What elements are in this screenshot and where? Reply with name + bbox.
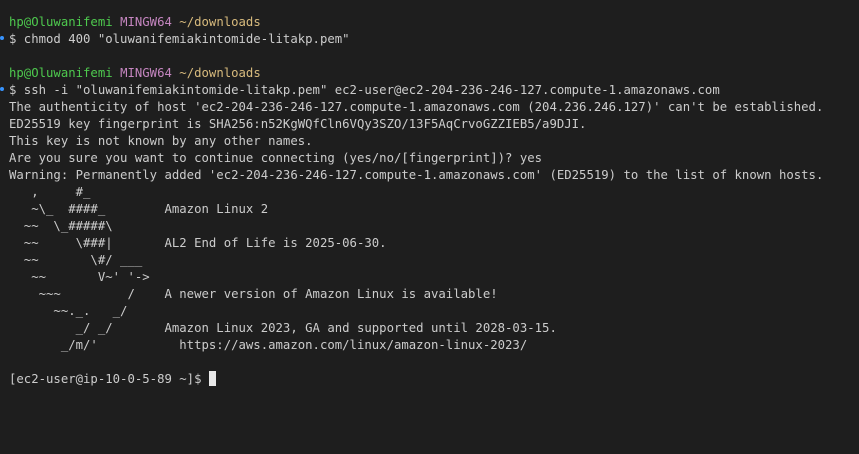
output-line: ED25519 key fingerprint is SHA256:n52KgW… bbox=[9, 117, 587, 131]
banner-line: _/ _/ Amazon Linux 2023, GA and supporte… bbox=[9, 321, 557, 335]
output-line: This key is not known by any other names… bbox=[9, 134, 313, 148]
banner-line: ~~ V~' '-> bbox=[9, 270, 150, 284]
remote-prompt-line[interactable]: [ec2-user@ip-10-0-5-89 ~]$ bbox=[9, 371, 859, 388]
banner-line: , #_ bbox=[9, 185, 91, 199]
output-line: Warning: Permanently added 'ec2-204-236-… bbox=[9, 168, 824, 182]
prompt-path: ~/downloads bbox=[179, 15, 261, 29]
banner-line: ~~ \#/ ___ bbox=[9, 253, 143, 267]
banner-line: ~~ \_#####\ bbox=[9, 219, 113, 233]
command-line: $ chmod 400 "oluwanifemiakintomide-litak… bbox=[9, 32, 350, 46]
prompt-system: MINGW64 bbox=[120, 15, 172, 29]
banner-line: ~~ \###| AL2 End of Life is 2025-06-30. bbox=[9, 236, 387, 250]
prompt-header: hp@Oluwanifemi MINGW64 ~/downloads bbox=[9, 14, 859, 31]
banner-line: ~~~ / A newer version of Amazon Linux is… bbox=[9, 287, 498, 301]
command-marker-icon bbox=[0, 87, 4, 91]
terminal-window[interactable]: hp@Oluwanifemi MINGW64 ~/downloads $ chm… bbox=[0, 0, 859, 454]
prompt-header: hp@Oluwanifemi MINGW64 ~/downloads bbox=[9, 65, 859, 82]
prompt-path: ~/downloads bbox=[179, 66, 261, 80]
prompt-system: MINGW64 bbox=[120, 66, 172, 80]
prompt-user: hp@Oluwanifemi bbox=[9, 66, 113, 80]
text-cursor-icon bbox=[208, 371, 216, 386]
prompt-user: hp@Oluwanifemi bbox=[9, 15, 113, 29]
banner-line: ~~._. _/ bbox=[9, 304, 128, 318]
banner-line: _/m/' https://aws.amazon.com/linux/amazo… bbox=[9, 338, 528, 352]
output-line: Are you sure you want to continue connec… bbox=[9, 151, 543, 165]
command-line: $ ssh -i "oluwanifemiakintomide-litakp.p… bbox=[9, 83, 720, 97]
remote-prompt: [ec2-user@ip-10-0-5-89 ~]$ bbox=[9, 372, 209, 386]
command-marker-icon bbox=[0, 36, 4, 40]
output-line: The authenticity of host 'ec2-204-236-24… bbox=[9, 100, 824, 114]
banner-line: ~\_ ####_ Amazon Linux 2 bbox=[9, 202, 269, 216]
